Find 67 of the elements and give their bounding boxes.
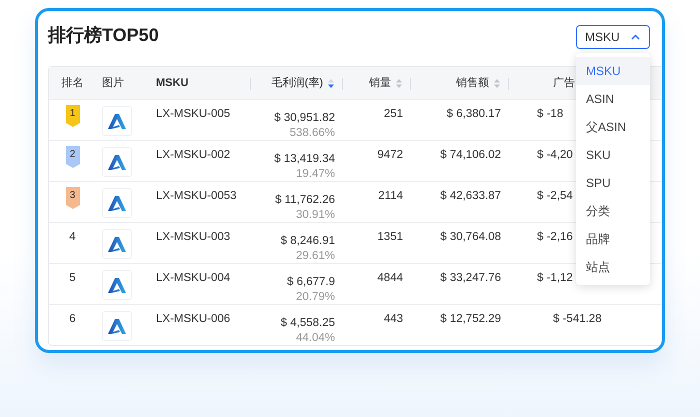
rank-number: 5 — [69, 271, 76, 285]
units-sold: 251 — [384, 107, 403, 121]
ad-spend-value: $ -541.28 — [553, 312, 602, 326]
dimension-select[interactable]: MSKU — [576, 25, 650, 49]
logo-icon — [108, 114, 126, 128]
revenue-value: $ 42,633.87 — [440, 189, 501, 203]
logo-icon — [108, 196, 126, 210]
profit-value: $ 4,558.25 — [280, 316, 335, 330]
units-sold: 2114 — [378, 189, 403, 203]
margin-rate: 19.47% — [296, 167, 335, 181]
dropdown-option[interactable]: 站点 — [576, 253, 650, 281]
rank-number: 2 — [70, 148, 76, 162]
dropdown-option[interactable]: 分类 — [576, 197, 650, 225]
ad-spend-value: $ -1,12 — [537, 271, 573, 285]
column-header: 排名 — [62, 76, 84, 90]
rank-number: 3 — [70, 189, 76, 203]
profit-value: $ 8,246.91 — [280, 234, 335, 248]
msku-text: LX-MSKU-002 — [156, 148, 230, 162]
units-sold: 9472 — [377, 148, 403, 162]
logo-icon — [108, 236, 126, 252]
logo-icon — [108, 318, 126, 334]
margin-rate: 29.61% — [296, 249, 335, 263]
column-header: 图片 — [102, 76, 124, 90]
units-sold: 443 — [384, 312, 403, 326]
column-header: 销售额 — [456, 76, 489, 90]
revenue-value: $ 74,106.02 — [440, 148, 501, 162]
units-sold: 4844 — [377, 271, 403, 285]
dropdown-option[interactable]: SPU — [576, 169, 650, 197]
margin-rate: 44.04% — [296, 331, 335, 345]
profit-value: $ 11,762.26 — [275, 193, 335, 207]
msku-text: LX-MSKU-005 — [156, 107, 230, 121]
dropdown-option[interactable]: 父ASIN — [576, 113, 650, 141]
ad-spend-value: $ -2,54 — [537, 189, 573, 203]
dropdown-option[interactable]: MSKU — [576, 57, 650, 85]
ad-spend-value: $ -2,16 — [537, 230, 573, 244]
revenue-value: $ 30,764.08 — [440, 230, 501, 244]
caret-icon — [631, 34, 640, 40]
profit-value: $ 30,951.82 — [274, 111, 335, 125]
msku-text: LX-MSKU-004 — [156, 271, 230, 285]
dropdown-option[interactable]: SKU — [576, 141, 650, 169]
msku-text: LX-MSKU-006 — [156, 312, 230, 326]
margin-rate: 30.91% — [296, 208, 335, 222]
dropdown-option[interactable]: ASIN — [576, 85, 650, 113]
ad-spend-value: $ -4,20 — [537, 148, 573, 162]
logo-icon — [108, 154, 126, 170]
ad-spend-value: $ -18 — [537, 107, 564, 121]
logo-icon — [108, 278, 126, 292]
msku-text: LX-MSKU-0053 — [156, 189, 237, 203]
column-header: 毛利润(率) — [272, 76, 323, 90]
dropdown-option[interactable]: 品牌 — [576, 225, 650, 253]
profit-value: $ 6,677.9 — [287, 275, 335, 289]
column-header: 广告 — [553, 76, 575, 90]
margin-rate: 20.79% — [296, 290, 335, 304]
revenue-value: $ 33,247.76 — [440, 271, 501, 285]
revenue-value: $ 12,752.29 — [440, 312, 501, 326]
column-header: MSKU — [156, 76, 188, 90]
column-header: 销量 — [369, 76, 391, 90]
revenue-value: $ 6,380.17 — [446, 107, 501, 121]
margin-rate: 538.66% — [290, 126, 335, 140]
rank-number: 6 — [69, 312, 76, 326]
rank-number: 4 — [69, 230, 76, 244]
profit-value: $ 13,419.34 — [274, 152, 335, 166]
rank-number: 1 — [70, 107, 76, 121]
units-sold: 1351 — [377, 230, 403, 244]
panel-title: 排行榜TOP50 — [48, 24, 159, 47]
msku-text: LX-MSKU-003 — [156, 230, 230, 244]
sort-icon[interactable] — [327, 78, 335, 88]
